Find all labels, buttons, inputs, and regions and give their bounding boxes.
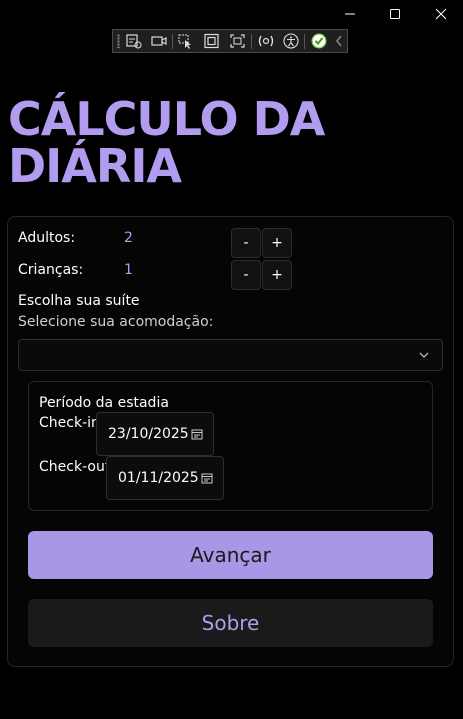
accessibility-icon[interactable] [282, 33, 300, 49]
suite-select[interactable] [18, 339, 443, 371]
hot-reload-icon[interactable] [257, 33, 275, 49]
children-label: Crianças: [18, 262, 84, 278]
checkmark-icon[interactable] [310, 33, 328, 49]
select-element-icon[interactable] [177, 33, 195, 49]
minimize-icon [345, 13, 355, 15]
calendar-icon [191, 429, 203, 440]
toolbar-separator [172, 34, 173, 49]
checkout-label: Check-out [39, 459, 111, 475]
adults-count: 2 [124, 230, 133, 246]
adults-increment-button[interactable]: + [262, 228, 292, 258]
page-title: CÁLCULO DA DIÁRIA [8, 92, 325, 193]
maximize-button[interactable] [372, 0, 418, 28]
checkin-date-value: 23/10/2025 [108, 426, 189, 442]
track-focus-icon[interactable] [229, 33, 247, 49]
maximize-icon [390, 9, 400, 19]
video-icon[interactable] [150, 33, 168, 49]
chevron-down-icon [419, 352, 429, 358]
adults-decrement-button[interactable]: - [231, 228, 261, 258]
toolbar-separator [304, 34, 305, 49]
minimize-button[interactable] [327, 0, 373, 28]
advance-button[interactable]: Avançar [28, 531, 433, 579]
suite-prompt: Selecione sua acomodação: [18, 314, 214, 330]
children-decrement-button[interactable]: - [231, 260, 261, 290]
children-increment-button[interactable]: + [262, 260, 292, 290]
drag-grip-icon[interactable] [117, 34, 120, 48]
collapse-chevron-icon[interactable] [333, 33, 351, 49]
period-heading: Período da estadia [39, 395, 169, 411]
toolbar-separator [251, 34, 252, 49]
checkin-label: Check-in [39, 415, 100, 431]
live-visual-tree-icon[interactable] [125, 33, 143, 49]
about-button[interactable]: Sobre [28, 599, 433, 647]
display-layout-adorners-icon[interactable] [203, 33, 221, 49]
close-icon [435, 8, 447, 20]
children-count: 1 [124, 262, 133, 278]
calendar-icon [201, 473, 213, 484]
suite-heading: Escolha sua suíte [18, 293, 140, 309]
checkout-date-picker[interactable]: 01/11/2025 [106, 456, 224, 500]
checkin-date-picker[interactable]: 23/10/2025 [96, 412, 214, 456]
window-titlebar [0, 0, 463, 30]
checkout-date-value: 01/11/2025 [118, 470, 199, 486]
runtime-tools-toolbar [112, 29, 348, 53]
adults-label: Adultos: [18, 230, 76, 246]
close-button[interactable] [418, 0, 463, 28]
